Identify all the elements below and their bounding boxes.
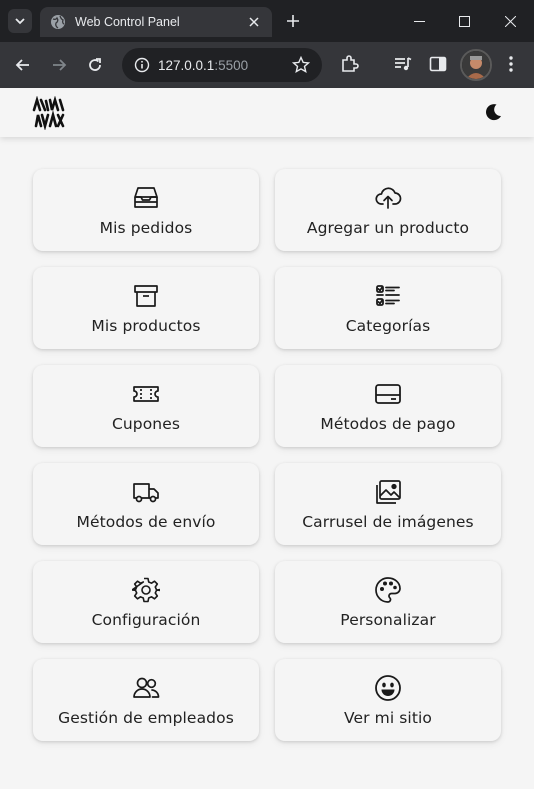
side-panel-icon[interactable] bbox=[427, 53, 449, 75]
menu-card-label: Categorías bbox=[345, 316, 431, 335]
ticket-icon bbox=[132, 380, 160, 408]
inbox-icon bbox=[132, 184, 160, 212]
checklist-icon bbox=[374, 282, 402, 310]
users-icon bbox=[132, 674, 160, 702]
menu-card-personalizar[interactable]: Personalizar bbox=[275, 561, 501, 643]
menu-card-ver-mi-sitio[interactable]: Ver mi sitio bbox=[275, 659, 501, 741]
palette-icon bbox=[374, 576, 402, 604]
brand-logo[interactable] bbox=[30, 96, 68, 130]
extensions-icon[interactable] bbox=[338, 53, 360, 75]
menu-card-categorias[interactable]: Categorías bbox=[275, 267, 501, 349]
cloud-upload-icon bbox=[374, 184, 402, 212]
url-port: :5500 bbox=[214, 57, 249, 73]
url-host: 127.0.0.1 bbox=[158, 57, 215, 73]
archive-icon bbox=[132, 282, 160, 310]
menu-card-agregar-producto[interactable]: Agregar un producto bbox=[275, 169, 501, 251]
dashboard-menu-grid: Mis pedidos Agregar un producto Mis prod… bbox=[33, 169, 501, 741]
menu-card-mis-productos[interactable]: Mis productos bbox=[33, 267, 259, 349]
menu-card-label: Mis pedidos bbox=[99, 218, 193, 237]
maximize-icon bbox=[458, 15, 470, 27]
forward-button[interactable] bbox=[45, 51, 73, 79]
menu-card-label: Gestión de empleados bbox=[58, 708, 234, 727]
menu-card-metodos-pago[interactable]: Métodos de pago bbox=[275, 365, 501, 447]
menu-card-configuracion[interactable]: Configuración bbox=[33, 561, 259, 643]
avatar-photo-icon bbox=[462, 51, 490, 79]
plus-icon bbox=[287, 15, 299, 27]
browser-titlebar: Web Control Panel bbox=[0, 0, 534, 42]
tab-search-button[interactable] bbox=[8, 9, 32, 33]
chevron-down-icon bbox=[15, 18, 25, 25]
bookmark-star-icon[interactable] bbox=[292, 56, 310, 74]
menu-card-label: Métodos de envío bbox=[76, 512, 216, 531]
kebab-menu-icon[interactable] bbox=[500, 53, 522, 75]
browser-tab[interactable]: Web Control Panel bbox=[40, 7, 272, 37]
minimize-icon bbox=[413, 20, 425, 22]
smiley-icon bbox=[374, 674, 402, 702]
globe-icon bbox=[51, 15, 65, 29]
menu-card-metodos-envio[interactable]: Métodos de envío bbox=[33, 463, 259, 545]
menu-card-label: Agregar un producto bbox=[306, 218, 470, 237]
page-header bbox=[0, 88, 534, 137]
menu-card-label: Configuración bbox=[91, 610, 201, 629]
reload-icon bbox=[89, 58, 101, 71]
moon-icon[interactable] bbox=[482, 101, 504, 123]
close-icon bbox=[504, 15, 516, 27]
menu-card-label: Personalizar bbox=[340, 610, 436, 629]
back-button[interactable] bbox=[9, 51, 37, 79]
arrow-right-icon bbox=[53, 59, 67, 71]
minimize-button[interactable] bbox=[396, 0, 442, 42]
media-control-icon[interactable] bbox=[392, 53, 414, 75]
menu-card-gestion-empleados[interactable]: Gestión de empleados bbox=[33, 659, 259, 741]
credit-card-icon bbox=[374, 380, 402, 408]
reload-button[interactable] bbox=[81, 51, 109, 79]
menu-card-label: Ver mi sitio bbox=[343, 708, 433, 727]
close-window-button[interactable] bbox=[487, 0, 533, 42]
info-icon[interactable] bbox=[134, 57, 150, 73]
menu-card-label: Carrusel de imágenes bbox=[302, 512, 474, 531]
profile-avatar[interactable] bbox=[460, 49, 492, 81]
tab-close-icon[interactable] bbox=[246, 14, 262, 30]
menu-card-carrusel-imagenes[interactable]: Carrusel de imágenes bbox=[275, 463, 501, 545]
truck-icon bbox=[132, 478, 160, 506]
menu-card-mis-pedidos[interactable]: Mis pedidos bbox=[33, 169, 259, 251]
tab-title: Web Control Panel bbox=[75, 15, 180, 29]
menu-card-label: Métodos de pago bbox=[320, 414, 456, 433]
menu-card-label: Cupones bbox=[111, 414, 181, 433]
images-icon bbox=[374, 478, 402, 506]
menu-card-cupones[interactable]: Cupones bbox=[33, 365, 259, 447]
menu-card-label: Mis productos bbox=[91, 316, 201, 335]
maximize-button[interactable] bbox=[441, 0, 487, 42]
address-bar[interactable]: 127.0.0.1:5500 bbox=[122, 48, 322, 82]
browser-toolbar: 127.0.0.1:5500 bbox=[0, 42, 534, 88]
arrow-left-icon bbox=[15, 59, 29, 71]
gear-icon bbox=[132, 576, 160, 604]
new-tab-button[interactable] bbox=[283, 11, 303, 31]
